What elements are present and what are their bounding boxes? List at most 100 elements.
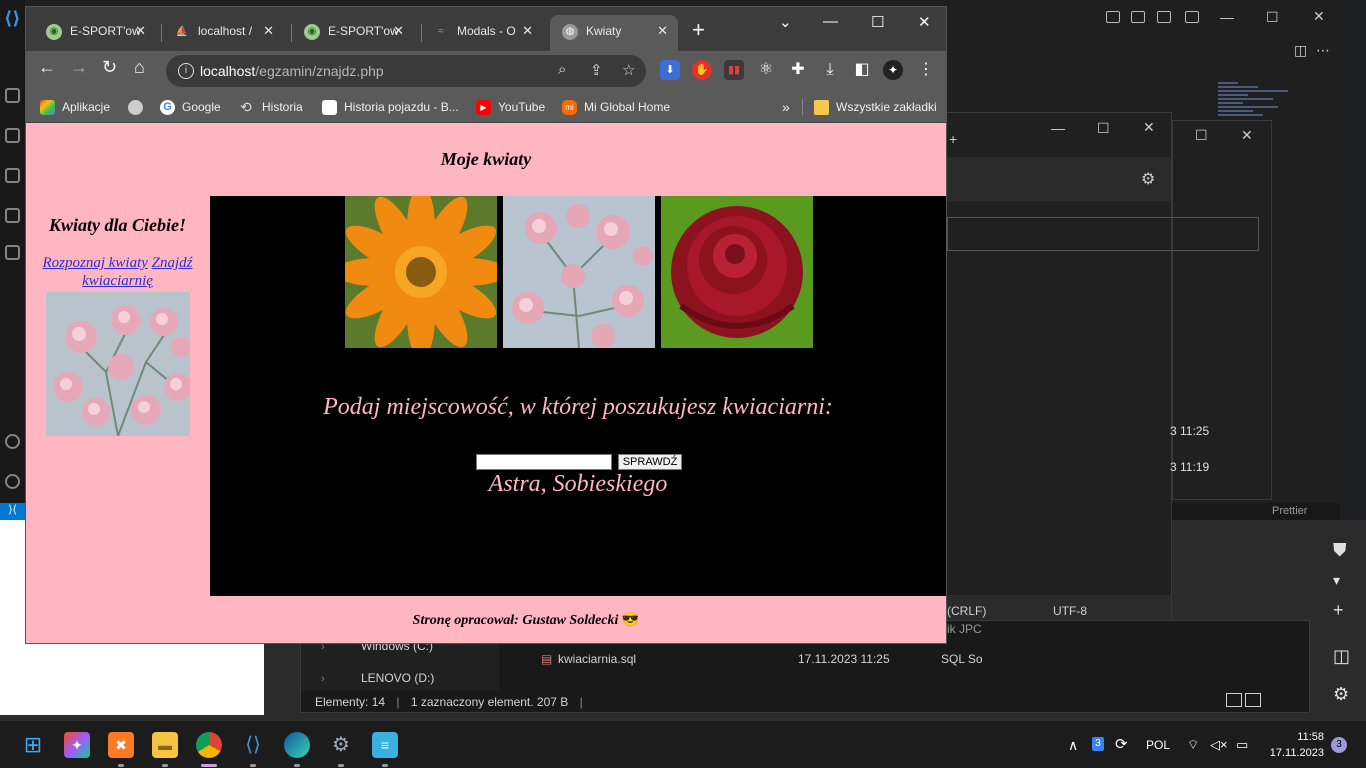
xampp-icon[interactable]: ✖ [108,732,134,758]
extensions-icon[interactable] [5,208,20,223]
minimize-button[interactable]: — [1051,120,1065,136]
tab-kwiaty[interactable]: ◍ Kwiaty ✕ [550,15,678,51]
close-button[interactable]: ✕ [1241,127,1253,144]
volume-icon[interactable]: ◁× [1210,721,1228,768]
vscode-close-button[interactable]: ✕ [1313,8,1325,25]
show-hidden-icons[interactable]: ∧ [1068,721,1078,768]
address-bar[interactable]: i localhost/egzamin/znajdz.php ⌕ ⇪ ☆ [166,55,646,87]
toggle-sidebar-icon[interactable] [1106,11,1120,23]
chrome-icon[interactable] [196,732,222,758]
forward-icon[interactable]: → [70,57,88,78]
zoom-icon[interactable]: ⌕ [558,61,566,78]
split-editor-icon[interactable]: ◫ [1294,42,1307,59]
close-tab-icon[interactable]: ✕ [522,15,533,47]
split-window-icon[interactable]: ◫ [1333,646,1350,667]
prettier-status[interactable]: Prettier [1272,505,1307,517]
react-devtools-icon[interactable]: ⚛ [756,60,776,80]
settings-gear-icon[interactable]: ⚙ [1141,169,1155,189]
account-icon[interactable] [5,434,20,449]
edge-icon[interactable] [284,732,310,758]
bookmark-apps[interactable]: Aplikacje [40,91,110,123]
profile-avatar[interactable]: ✦ [883,60,903,80]
city-input[interactable] [476,454,612,470]
close-tab-icon[interactable]: ✕ [135,15,146,47]
tiles-view-icon[interactable] [1245,693,1261,707]
bookmark-google[interactable]: G Google [160,91,221,123]
link-rozpoznaj-kwiaty[interactable]: Rozpoznaj kwiaty [42,255,147,271]
tray-badge-icon[interactable]: 3 [1092,737,1104,751]
language-indicator[interactable]: POL [1146,721,1170,768]
bookmark-mi-global[interactable]: mi Mi Global Home [562,91,670,123]
bookmark-star-icon[interactable]: ☆ [622,61,635,79]
tab-localhost-phpmyadmin[interactable]: ⛵ localhost / ✕ [154,15,284,51]
maximize-button[interactable]: ☐ [871,13,884,31]
menu-kebab-icon[interactable]: ⋮ [916,60,936,80]
notepad-icon[interactable]: ≡ [372,732,398,758]
battery-icon[interactable]: ▭ [1236,721,1248,768]
downloads-icon[interactable]: ⤓ [820,60,840,80]
run-debug-icon[interactable] [5,168,20,183]
details-view-icon[interactable] [1226,693,1242,707]
new-tab-button[interactable]: + [692,19,705,41]
file-name[interactable]: kwiaciarnia.sql [558,652,636,666]
bookmark-youtube[interactable]: ▶ YouTube [476,91,545,123]
remote-indicator[interactable]: ⟩⟨ [0,503,25,520]
remote-explorer-icon[interactable] [5,245,20,260]
all-bookmarks-folder[interactable]: Wszystkie zakładki [814,91,937,123]
share-icon[interactable]: ⇪ [590,61,603,79]
tab-modals[interactable]: ≈ Modals - O ✕ [413,15,543,51]
maximize-button[interactable]: ☐ [1195,127,1208,144]
download-extension-icon[interactable]: ⬇ [660,60,680,80]
audio-extension-icon[interactable]: ▮▮ [724,60,744,80]
site-info-icon[interactable]: i [178,63,194,79]
tab-search-button[interactable]: ⌄ [779,13,792,31]
bookmark-history[interactable]: ⟲ Historia [240,91,303,123]
check-button[interactable]: SPRAWDŹ [618,454,682,470]
reload-icon[interactable]: ↻ [102,57,117,78]
side-panel-icon[interactable]: ◧ [852,60,872,80]
settings-input[interactable] [947,217,1259,251]
chevron-down-icon[interactable]: ▾ [1333,572,1340,589]
bookmark-vehicle-history[interactable]: Historia pojazdu - B... [322,91,459,123]
adblock-extension-icon[interactable]: ✋ [692,60,712,80]
vscode-maximize-button[interactable]: ☐ [1266,9,1279,26]
vscode-icon[interactable]: ⟨⟩ [240,732,266,758]
toggle-panel-icon[interactable] [1131,11,1145,23]
bookmarks-overflow-icon[interactable]: » [782,91,790,123]
manage-gear-icon[interactable] [5,474,20,489]
home-icon[interactable]: ⌂ [134,57,145,78]
customize-layout-icon[interactable] [1185,11,1199,23]
windows-start-icon[interactable]: ⊞ [20,732,46,758]
tab-esport-1[interactable]: ◉ E-SPORT'ow ✕ [26,15,156,51]
close-tab-icon[interactable]: ✕ [393,15,404,47]
add-icon[interactable]: + [1333,600,1344,621]
search-icon[interactable] [5,88,20,103]
vscode-minimize-button[interactable]: — [1220,9,1234,25]
settings-gear-icon[interactable]: ⚙ [328,732,354,758]
sync-icon[interactable]: ⟳ [1115,721,1128,768]
close-button[interactable]: ✕ [1143,119,1155,136]
new-tab-icon[interactable]: + [949,131,957,147]
url-text[interactable]: localhost/egzamin/znajdz.php [200,55,384,87]
settings-gear-icon[interactable]: ⚙ [1333,684,1349,705]
system-clock[interactable]: 11:58 17.11.2023 [1266,729,1324,761]
wifi-icon[interactable]: ⌔ [1187,721,1199,768]
notifications-badge[interactable]: 3 [1331,737,1347,753]
maximize-button[interactable]: ☐ [1097,120,1110,137]
more-actions-icon[interactable]: ⋯ [1316,42,1330,59]
close-tab-icon[interactable]: ✕ [263,15,274,47]
close-tab-icon[interactable]: ✕ [657,15,668,47]
back-icon[interactable]: ← [38,57,56,78]
extensions-puzzle-icon[interactable]: ✚ [788,60,808,80]
minimize-button[interactable]: — [823,13,838,30]
file-explorer-icon[interactable]: ▬ [152,732,178,758]
edge-shopping-icon[interactable]: ⛊ [1333,540,1347,561]
source-control-icon[interactable] [5,128,20,143]
figma-icon[interactable]: ✦ [64,732,90,758]
tab-esport-2[interactable]: ◉ E-SPORT'ow ✕ [284,15,414,51]
chevron-right-icon[interactable]: › [321,673,325,685]
close-button[interactable]: ✕ [918,13,931,31]
url-path: /egzamin/znajdz.php [255,63,384,79]
nav-item-lenovo-d[interactable]: LENOVO (D:) [361,671,434,685]
toggle-secondary-sidebar-icon[interactable] [1157,11,1171,23]
